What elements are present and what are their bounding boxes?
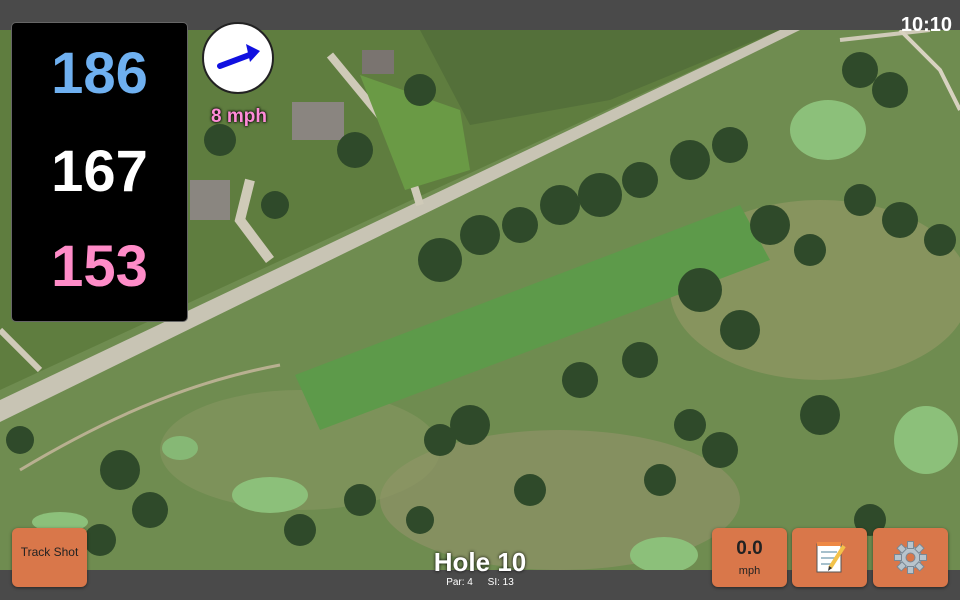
hole-title: Hole 10: [433, 547, 527, 577]
clock: 10:10: [900, 14, 952, 36]
distance-panel: 186 167 153: [11, 22, 188, 322]
settings-button[interactable]: [873, 528, 948, 587]
back-distance: 186: [51, 41, 148, 106]
front-distance: 153: [51, 234, 148, 299]
speed-value: 0.0: [736, 538, 763, 559]
hole-info: Par: 4 SI: 13: [380, 577, 580, 588]
track-shot-button[interactable]: Track Shot: [12, 528, 87, 587]
wind-arrow-icon: [217, 44, 260, 69]
hole-par: Par: 4: [446, 577, 473, 588]
notes-button[interactable]: [792, 528, 867, 587]
speed-unit: mph: [738, 565, 761, 577]
gear-icon: [894, 541, 927, 574]
wind-indicator: [202, 22, 274, 94]
wind-speed: 8 mph: [211, 106, 267, 127]
track-shot-label: Track Shot: [20, 545, 79, 559]
hole-stroke-index: SI: 13: [487, 577, 514, 588]
notepad-icon: [816, 542, 846, 573]
speed-button[interactable]: 0.0 mph: [712, 528, 787, 587]
middle-distance: 167: [51, 139, 148, 204]
